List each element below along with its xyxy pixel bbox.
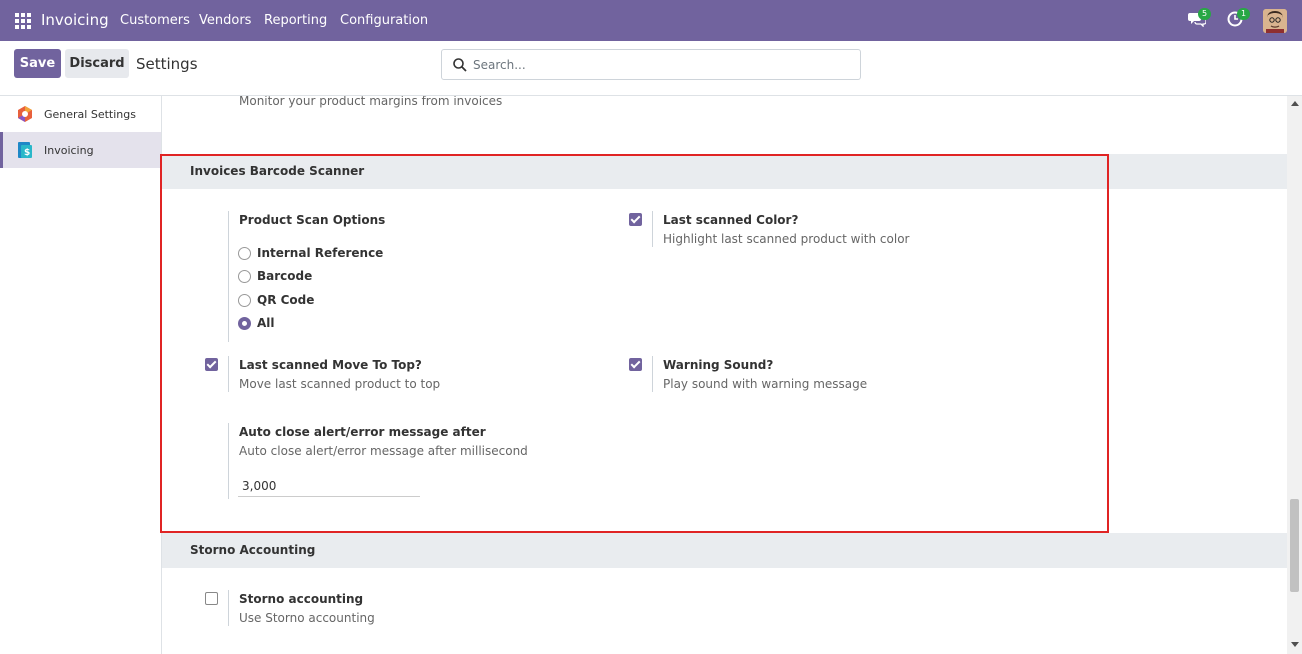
storno-checkbox[interactable] [205,592,218,605]
divider [228,211,229,342]
radio-barcode[interactable] [238,270,251,283]
option-label[interactable]: All [257,316,275,330]
top-navbar: Invoicing Customers Vendors Reporting Co… [0,0,1302,41]
search-box[interactable] [441,49,861,80]
storno-label: Storno accounting [239,592,364,606]
warning-sound-checkbox[interactable] [629,358,642,371]
svg-text:$: $ [24,148,30,158]
option-label[interactable]: QR Code [257,293,314,307]
move-to-top-checkbox[interactable] [205,358,218,371]
radio-internal-reference[interactable] [238,247,251,260]
page-title: Settings [136,55,198,73]
last-scanned-color-desc: Highlight last scanned product with colo… [663,232,910,246]
radio-qr-code[interactable] [238,294,251,307]
margin-description: Monitor your product margins from invoic… [239,96,503,108]
move-to-top-desc: Move last scanned product to top [239,377,441,391]
radio-all[interactable] [238,317,251,330]
general-settings-icon [18,106,32,122]
storno-section-header: Storno Accounting [162,533,1287,568]
section-title: Storno Accounting [190,543,316,557]
menu-reporting[interactable]: Reporting [264,13,327,28]
app-name[interactable]: Invoicing [41,11,109,29]
option-label[interactable]: Internal Reference [257,246,383,260]
option-label[interactable]: Barcode [257,269,312,283]
user-avatar[interactable] [1263,9,1287,33]
search-icon [453,58,467,72]
messages-badge: 5 [1198,8,1211,20]
divider [652,211,653,247]
settings-content: Monitor your product margins from invoic… [162,96,1287,654]
section-title: Invoices Barcode Scanner [190,164,365,178]
save-button[interactable]: Save [14,49,61,78]
sidebar-item-label: General Settings [44,107,136,121]
settings-sidebar: General Settings $ Invoicing [0,96,162,654]
activities-badge: 1 [1237,8,1250,20]
scan-options-label: Product Scan Options [239,213,386,227]
auto-close-label: Auto close alert/error message after [239,425,486,439]
avatar-icon [1263,9,1287,33]
apps-menu-icon[interactable] [15,13,31,29]
divider [228,356,229,392]
sidebar-item-invoicing[interactable]: $ Invoicing [0,132,161,168]
messages-button[interactable]: 5 [1188,8,1211,31]
menu-vendors[interactable]: Vendors [199,13,251,28]
sidebar-item-general-settings[interactable]: General Settings [0,96,161,132]
discard-button[interactable]: Discard [65,49,129,78]
control-panel: Save Discard Settings [0,41,1302,96]
auto-close-input[interactable] [238,475,420,497]
menu-configuration[interactable]: Configuration [340,13,428,28]
warning-sound-desc: Play sound with warning message [663,377,868,391]
scroll-thumb[interactable] [1290,499,1299,592]
search-input[interactable] [473,56,843,74]
divider [228,423,229,499]
last-scanned-color-label: Last scanned Color? [663,213,799,227]
divider [228,590,229,626]
scroll-up-icon[interactable] [1291,101,1299,106]
auto-close-desc: Auto close alert/error message after mil… [239,444,528,458]
menu-customers[interactable]: Customers [120,13,190,28]
invoicing-app-icon: $ [18,142,32,158]
sidebar-item-label: Invoicing [44,143,94,157]
scroll-down-icon[interactable] [1291,642,1299,647]
vertical-scrollbar[interactable] [1287,96,1302,654]
last-scanned-color-checkbox[interactable] [629,213,642,226]
warning-sound-label: Warning Sound? [663,358,774,372]
move-to-top-label: Last scanned Move To Top? [239,358,422,372]
divider [652,356,653,392]
activities-button[interactable]: 1 [1227,8,1250,31]
storno-desc: Use Storno accounting [239,611,375,625]
barcode-section-header: Invoices Barcode Scanner [162,154,1287,189]
